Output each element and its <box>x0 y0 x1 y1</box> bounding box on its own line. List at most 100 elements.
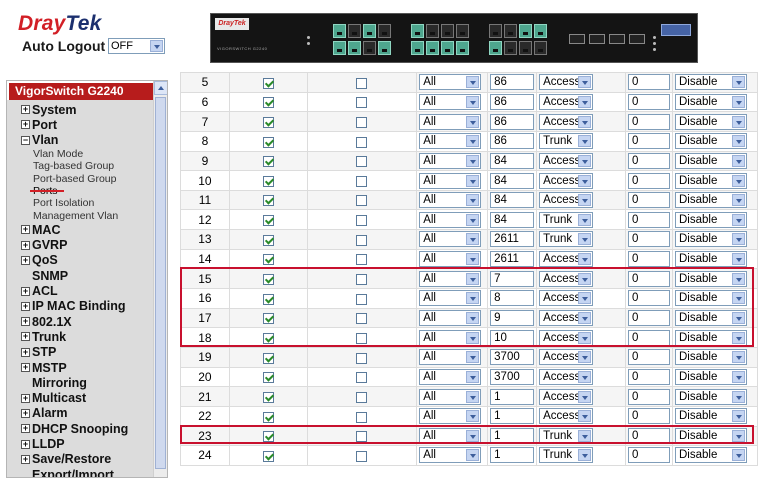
enable-checkbox[interactable] <box>262 195 274 207</box>
enable-checkbox[interactable] <box>262 431 274 443</box>
pvid-input[interactable]: 7 <box>490 270 535 287</box>
enable-checkbox[interactable] <box>262 332 274 344</box>
sidebar-subitem-port-isolation[interactable]: Port Isolation <box>21 197 155 209</box>
state-select[interactable]: Disable <box>674 427 747 444</box>
port-mode-select[interactable]: Access <box>539 329 594 346</box>
priority-input[interactable]: 0 <box>628 368 670 385</box>
option-checkbox[interactable] <box>356 274 368 286</box>
state-select[interactable]: Disable <box>674 152 747 169</box>
option-checkbox[interactable] <box>356 77 368 89</box>
priority-input[interactable]: 0 <box>628 388 670 405</box>
pvid-input[interactable]: 84 <box>490 192 535 209</box>
state-select[interactable]: Disable <box>674 368 747 385</box>
pvid-input[interactable]: 3700 <box>490 349 535 366</box>
sidebar-item-acl[interactable]: + ACL <box>21 283 155 298</box>
expand-plus-icon[interactable]: + <box>21 439 30 449</box>
accept-frame-select[interactable]: All <box>419 270 482 287</box>
expand-plus-icon[interactable]: + <box>21 317 30 327</box>
priority-input[interactable]: 0 <box>628 172 670 189</box>
priority-input[interactable]: 0 <box>628 447 670 464</box>
option-checkbox[interactable] <box>356 175 368 187</box>
sidebar-item-snmp[interactable]: SNMP <box>21 268 155 283</box>
enable-checkbox[interactable] <box>262 313 274 325</box>
state-select[interactable]: Disable <box>674 74 747 91</box>
port-mode-select[interactable]: Access <box>539 113 594 130</box>
port-mode-select[interactable]: Access <box>539 93 594 110</box>
state-select[interactable]: Disable <box>674 251 747 268</box>
auto-logout-select[interactable]: OFF <box>108 38 165 54</box>
priority-input[interactable]: 0 <box>628 113 670 130</box>
option-checkbox[interactable] <box>356 254 368 266</box>
state-select[interactable]: Disable <box>674 329 747 346</box>
port-mode-select[interactable]: Trunk <box>539 427 594 444</box>
sidebar-item-qos[interactable]: + QoS <box>21 253 155 268</box>
accept-frame-select[interactable]: All <box>419 368 482 385</box>
expand-plus-icon[interactable]: + <box>21 454 30 464</box>
expand-plus-icon[interactable]: + <box>21 347 30 357</box>
sidebar-item-lldp[interactable]: + LLDP <box>21 436 155 451</box>
pvid-input[interactable]: 1 <box>490 447 535 464</box>
sidebar-item-stp[interactable]: + STP <box>21 345 155 360</box>
enable-checkbox[interactable] <box>262 352 274 364</box>
accept-frame-select[interactable]: All <box>419 447 482 464</box>
enable-checkbox[interactable] <box>262 293 274 305</box>
port-mode-select[interactable]: Access <box>539 388 594 405</box>
pvid-input[interactable]: 84 <box>490 211 535 228</box>
accept-frame-select[interactable]: All <box>419 231 482 248</box>
pvid-input[interactable]: 86 <box>490 113 535 130</box>
option-checkbox[interactable] <box>356 116 368 128</box>
sidebar-item-gvrp[interactable]: + GVRP <box>21 238 155 253</box>
state-select[interactable]: Disable <box>674 211 747 228</box>
option-checkbox[interactable] <box>356 391 368 403</box>
port-mode-select[interactable]: Access <box>539 172 594 189</box>
accept-frame-select[interactable]: All <box>419 251 482 268</box>
state-select[interactable]: Disable <box>674 93 747 110</box>
priority-input[interactable]: 0 <box>628 211 670 228</box>
port-mode-select[interactable]: Access <box>539 349 594 366</box>
priority-input[interactable]: 0 <box>628 270 670 287</box>
sidebar-scrollbar[interactable] <box>153 81 167 477</box>
option-checkbox[interactable] <box>356 215 368 227</box>
enable-checkbox[interactable] <box>262 77 274 89</box>
pvid-input[interactable]: 1 <box>490 388 535 405</box>
sidebar-item-trunk[interactable]: + Trunk <box>21 329 155 344</box>
enable-checkbox[interactable] <box>262 156 274 168</box>
option-checkbox[interactable] <box>356 411 368 423</box>
enable-checkbox[interactable] <box>262 215 274 227</box>
priority-input[interactable]: 0 <box>628 310 670 326</box>
enable-checkbox[interactable] <box>262 116 274 128</box>
priority-input[interactable]: 0 <box>628 192 670 209</box>
scroll-up-icon[interactable] <box>154 81 167 95</box>
accept-frame-select[interactable]: All <box>419 74 482 91</box>
accept-frame-select[interactable]: All <box>419 388 482 405</box>
option-checkbox[interactable] <box>356 195 368 207</box>
sidebar-item-port[interactable]: + Port <box>21 117 155 132</box>
priority-input[interactable]: 0 <box>628 74 670 91</box>
state-select[interactable]: Disable <box>674 192 747 209</box>
accept-frame-select[interactable]: All <box>419 329 482 346</box>
priority-input[interactable]: 0 <box>628 427 670 444</box>
enable-checkbox[interactable] <box>262 274 274 286</box>
pvid-input[interactable]: 86 <box>490 74 535 91</box>
sidebar-subitem-tag-based-group[interactable]: Tag-based Group <box>21 160 155 172</box>
option-checkbox[interactable] <box>356 234 368 246</box>
pvid-input[interactable]: 8 <box>490 290 535 307</box>
enable-checkbox[interactable] <box>262 136 274 148</box>
accept-frame-select[interactable]: All <box>419 408 482 425</box>
state-select[interactable]: Disable <box>674 172 747 189</box>
option-checkbox[interactable] <box>356 332 368 344</box>
sidebar-subitem-management-vlan[interactable]: Management Vlan <box>21 210 155 222</box>
sidebar-item-alarm[interactable]: + Alarm <box>21 406 155 421</box>
enable-checkbox[interactable] <box>262 175 274 187</box>
state-select[interactable]: Disable <box>674 270 747 287</box>
expand-plus-icon[interactable]: + <box>21 408 30 418</box>
state-select[interactable]: Disable <box>674 231 747 248</box>
option-checkbox[interactable] <box>356 450 368 462</box>
state-select[interactable]: Disable <box>674 388 747 405</box>
enable-checkbox[interactable] <box>262 97 274 109</box>
pvid-input[interactable]: 84 <box>490 152 535 169</box>
accept-frame-select[interactable]: All <box>419 113 482 130</box>
state-select[interactable]: Disable <box>674 290 747 307</box>
port-mode-select[interactable]: Access <box>539 251 594 268</box>
pvid-input[interactable]: 1 <box>490 408 535 425</box>
